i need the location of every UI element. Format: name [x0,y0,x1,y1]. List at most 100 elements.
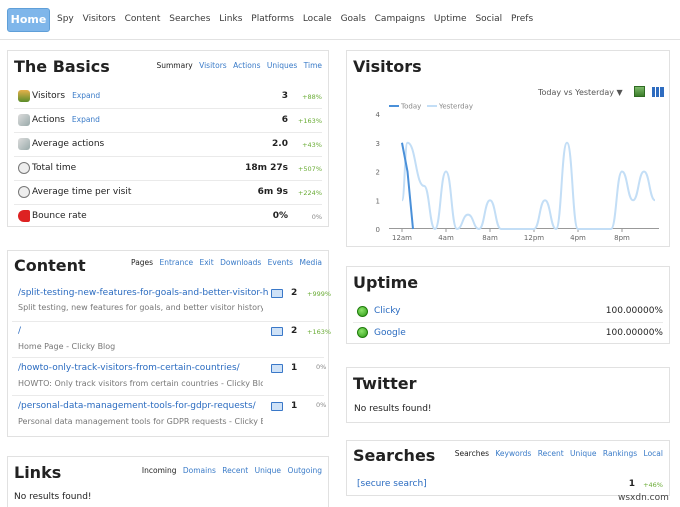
nav-item-links[interactable]: Links [219,14,242,24]
tab-unique[interactable]: Unique [255,466,281,475]
twitter-title: Twitter [353,374,417,393]
content-row: / Home Page - Clicky Blog 2 +163% [12,322,331,358]
searches-tabs: Searches Keywords Recent Unique Rankings… [451,449,663,458]
tab-recent[interactable]: Recent [538,449,564,458]
tab-rankings[interactable]: Rankings [603,449,637,458]
nav-item-platforms[interactable]: Platforms [251,14,294,24]
content-subtitle: Personal data management tools for GDPR … [18,417,263,426]
tab-summary[interactable]: Summary [156,61,192,70]
tab-downloads[interactable]: Downloads [220,258,261,267]
nav-item-prefs[interactable]: Prefs [511,14,533,24]
clock-icon [18,162,30,174]
content-icon[interactable] [271,364,283,373]
y-tick-label: 3 [376,140,380,148]
tab-uniques[interactable]: Uniques [267,61,297,70]
tab-domains[interactable]: Domains [183,466,216,475]
avg-time-label: Average time per visit [32,187,132,197]
tab-incoming[interactable]: Incoming [142,466,177,475]
tab-actions[interactable]: Actions [233,61,260,70]
average-actions-pct: +43% [302,141,322,149]
uptime-title: Uptime [353,273,419,292]
content-link[interactable]: / [18,326,268,336]
nav-item-campaigns[interactable]: Campaigns [375,14,425,24]
search-term[interactable]: [secure search] [357,479,427,489]
nav-home-button[interactable]: Home [7,8,50,32]
searches-title: Searches [353,446,436,465]
tab-media[interactable]: Media [299,258,322,267]
average-actions-label: Average actions [32,139,105,149]
visitors-panel: Visitors Today vs Yesterday ▼ Today Yest… [346,50,670,247]
actions-label: Actions [32,115,65,125]
links-panel: Links Incoming Domains Recent Unique Out… [7,456,329,507]
content-link[interactable]: /howto-only-track-visitors-from-certain-… [18,363,268,373]
basics-row-total-time: Total time 18m 27s +507% [14,157,322,181]
uptime-name[interactable]: Google [374,328,406,338]
actions-value: 6 [281,115,288,125]
tab-outgoing[interactable]: Outgoing [287,466,322,475]
nav-item-content[interactable]: Content [125,14,161,24]
tab-exit[interactable]: Exit [199,258,213,267]
basics-row-average-actions: Average actions 2.0 +43% [14,133,322,157]
legend-yesterday-label: Yesterday [438,103,473,111]
total-time-pct: +507% [297,165,322,173]
content-icon[interactable] [271,289,283,298]
tab-visitors[interactable]: Visitors [199,61,227,70]
uptime-value: 100.00000% [605,306,663,316]
content-row: /split-testing-new-features-for-goals-an… [12,283,331,322]
content-subtitle: Split testing, new features for goals, a… [18,303,263,312]
content-value: 2 [291,288,298,298]
content-icon[interactable] [271,402,283,411]
y-tick-label: 4 [376,111,381,119]
avg-time-value: 6m 9s [257,187,288,197]
content-value: 1 [291,401,298,411]
content-value: 2 [291,326,298,336]
y-tick-label: 2 [376,169,380,177]
nav-item-spy[interactable]: Spy [57,14,74,24]
nav-item-uptime[interactable]: Uptime [434,14,467,24]
tab-local[interactable]: Local [644,449,663,458]
basics-row-actions: Actions Expand 6 +163% [14,109,322,133]
y-axis: 4 3 2 1 0 [376,111,381,234]
content-panel: Content Pages Entrance Exit Downloads Ev… [7,250,331,437]
avg-time-pct: +224% [297,189,322,197]
actions-expand-link[interactable]: Expand [72,115,100,124]
uptime-panel: Uptime Clicky 100.00000% Google 100.0000… [346,266,670,344]
nav-item-social[interactable]: Social [475,14,502,24]
x-tick-label: 12am [392,234,412,242]
nav-item-visitors[interactable]: Visitors [83,14,116,24]
tab-pages[interactable]: Pages [131,258,153,267]
x-tick-label: 8pm [614,234,630,242]
bounce-icon [18,210,30,222]
tab-unique[interactable]: Unique [570,449,596,458]
content-pct: +999% [307,290,332,298]
total-time-value: 18m 27s [245,163,288,173]
tab-time[interactable]: Time [304,61,322,70]
content-icon[interactable] [271,327,283,336]
tab-entrance[interactable]: Entrance [159,258,193,267]
tab-searches[interactable]: Searches [455,449,489,458]
tab-events[interactable]: Events [268,258,293,267]
tab-keywords[interactable]: Keywords [495,449,531,458]
basics-title: The Basics [14,57,110,76]
nav-item-goals[interactable]: Goals [341,14,366,24]
searches-panel: Searches Searches Keywords Recent Unique… [346,440,670,496]
nav-items: Spy Visitors Content Searches Links Plat… [57,14,539,24]
uptime-name[interactable]: Clicky [374,306,400,316]
content-link[interactable]: /personal-data-management-tools-for-gdpr… [18,401,268,411]
visitors-expand-link[interactable]: Expand [72,91,100,100]
content-link[interactable]: /split-testing-new-features-for-goals-an… [18,288,268,298]
basics-panel: The Basics Summary Visitors Actions Uniq… [7,50,329,227]
content-row: /howto-only-track-visitors-from-certain-… [12,358,326,396]
content-subtitle: HOWTO: Only track visitors from certain … [18,379,263,388]
series-yesterday [401,141,656,231]
x-tick-label: 4am [438,234,454,242]
x-tick-label: 8am [482,234,498,242]
twitter-empty-message: No results found! [354,404,432,414]
status-up-icon [357,327,368,338]
tab-recent[interactable]: Recent [222,466,248,475]
basics-tabs: Summary Visitors Actions Uniques Time [152,61,322,70]
actions-icon [18,114,30,126]
top-nav: Home Spy Visitors Content Searches Links… [0,0,680,40]
nav-item-locale[interactable]: Locale [303,14,332,24]
nav-item-searches[interactable]: Searches [169,14,210,24]
